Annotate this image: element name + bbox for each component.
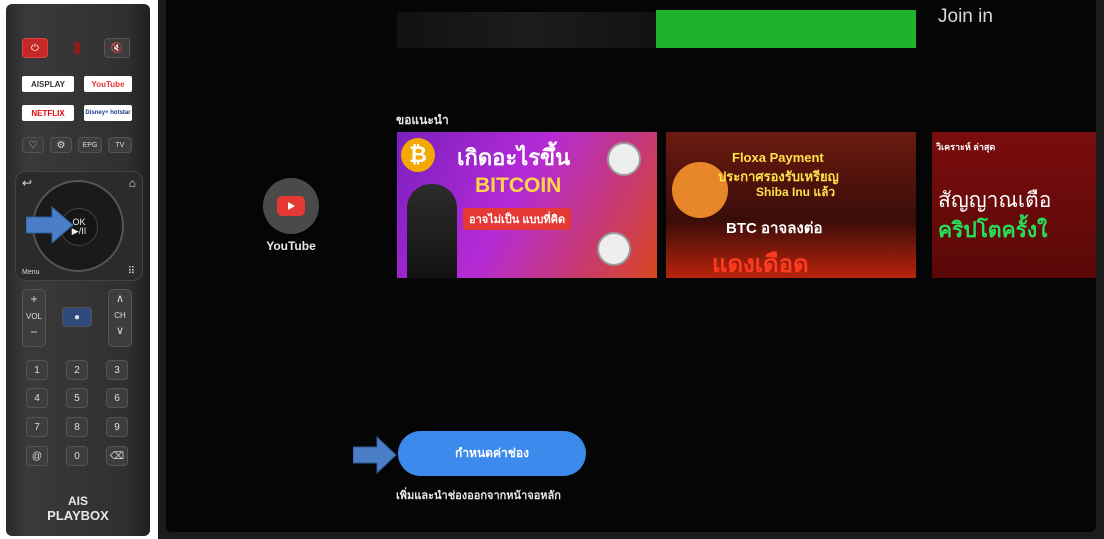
brand-ais: AIS xyxy=(67,494,88,508)
disney-hotstar-button[interactable]: Disney+ hotstar xyxy=(84,105,132,121)
video-thumbnail-bitcoin[interactable]: ₿ เกิดอะไรขึ้น BITCOIN อาจไม่เป็น แบบที่… xyxy=(397,132,657,278)
num-3-button[interactable]: 3 xyxy=(106,360,128,380)
thumb-line: BTC อาจลงต่อ xyxy=(726,220,823,237)
netflix-button[interactable]: NETFLIX xyxy=(22,105,74,121)
youtube-app-icon[interactable] xyxy=(263,178,319,234)
youtube-app-label: YouTube xyxy=(266,239,316,253)
num-8-button[interactable]: 8 xyxy=(66,417,88,437)
num-5-button[interactable]: 5 xyxy=(66,388,88,408)
configure-channels-description: เพิ่มและนำช่องออกจากหน้าจอหลัก xyxy=(396,490,561,502)
pointer-arrow-ok-icon xyxy=(26,206,74,244)
presenter-figure xyxy=(407,184,457,278)
tv-remote: ⏻ 🔇 AISPLAY YouTube NETFLIX Disney+ hots… xyxy=(6,4,150,536)
apps-grid-icon[interactable]: ⠿ xyxy=(128,266,135,277)
tv-screen: Join in YouTube ขอแนะนำ ₿ เกิดอะไรขึ้น B… xyxy=(158,0,1104,539)
mic-indicator xyxy=(74,41,80,55)
clock-icon xyxy=(607,142,641,176)
channel-rocker[interactable]: ∧ CH ∨ xyxy=(108,289,132,347)
delete-button[interactable]: ⌫ xyxy=(106,446,128,466)
google-assistant-button[interactable]: ● xyxy=(62,307,92,327)
thumb-line: คริปโตครั้งใ xyxy=(938,219,1048,242)
num-7-button[interactable]: 7 xyxy=(26,417,48,437)
green-banner xyxy=(656,10,916,48)
blurred-banner xyxy=(397,12,657,48)
num-6-button[interactable]: 6 xyxy=(106,388,128,408)
thumb-line: BITCOIN xyxy=(475,174,562,197)
tv-display: Join in YouTube ขอแนะนำ ₿ เกิดอะไรขึ้น B… xyxy=(166,0,1096,532)
clock-icon xyxy=(597,232,631,266)
section-title: ขอแนะนำ xyxy=(396,113,449,127)
thumb-line: เกิดอะไรขึ้น xyxy=(457,145,571,170)
aisplay-button[interactable]: AISPLAY xyxy=(22,76,74,92)
youtube-button[interactable]: YouTube xyxy=(84,76,132,92)
ch-label: CH xyxy=(114,311,126,320)
thumb-line: อาจไม่เป็น แบบที่คิด xyxy=(463,208,572,230)
num-2-button[interactable]: 2 xyxy=(66,360,88,380)
at-button[interactable]: @ xyxy=(26,446,48,466)
favorite-button[interactable]: ♡ xyxy=(22,137,44,153)
configure-channels-button[interactable]: กำหนดค่าช่อง xyxy=(398,431,586,476)
home-icon[interactable]: ⌂ xyxy=(129,176,136,190)
thumb-line: แดงเดือด xyxy=(712,251,809,278)
vol-label: VOL xyxy=(25,312,42,321)
brand-playbox: PLAYBOX xyxy=(47,508,109,523)
video-thumbnail-shiba[interactable]: Floxa Payment ประกาศรองรับเหรียญ Shiba I… xyxy=(666,132,916,278)
settings-button[interactable]: ⚙ xyxy=(50,137,72,153)
pointer-arrow-cta-icon xyxy=(353,436,397,474)
menu-label[interactable]: Menu xyxy=(22,269,40,276)
video-thumbnail-crypto[interactable]: วิเคราะห์ ล่าสุด สัญญาณเตือ คริปโตครั้งใ xyxy=(932,132,1096,278)
thumb-line: Floxa Payment xyxy=(732,150,824,165)
epg-button[interactable]: EPG xyxy=(78,137,102,153)
num-0-button[interactable]: 0 xyxy=(66,446,88,466)
thumb-line: วิเคราะห์ ล่าสุด xyxy=(936,142,996,152)
bitcoin-icon: ₿ xyxy=(401,138,435,172)
thumb-line: สัญญาณเตือ xyxy=(938,189,1052,212)
power-button[interactable]: ⏻ xyxy=(22,38,48,58)
num-9-button[interactable]: 9 xyxy=(106,417,128,437)
thumb-line: Shiba Inu แล้ว xyxy=(756,185,836,199)
volume-rocker[interactable]: + VOL − xyxy=(22,289,46,347)
mute-button[interactable]: 🔇 xyxy=(104,38,130,58)
tv-button[interactable]: TV xyxy=(108,137,132,153)
num-4-button[interactable]: 4 xyxy=(26,388,48,408)
num-1-button[interactable]: 1 xyxy=(26,360,48,380)
back-icon[interactable]: ↩ xyxy=(22,176,32,190)
join-in-text: Join in xyxy=(938,6,993,27)
